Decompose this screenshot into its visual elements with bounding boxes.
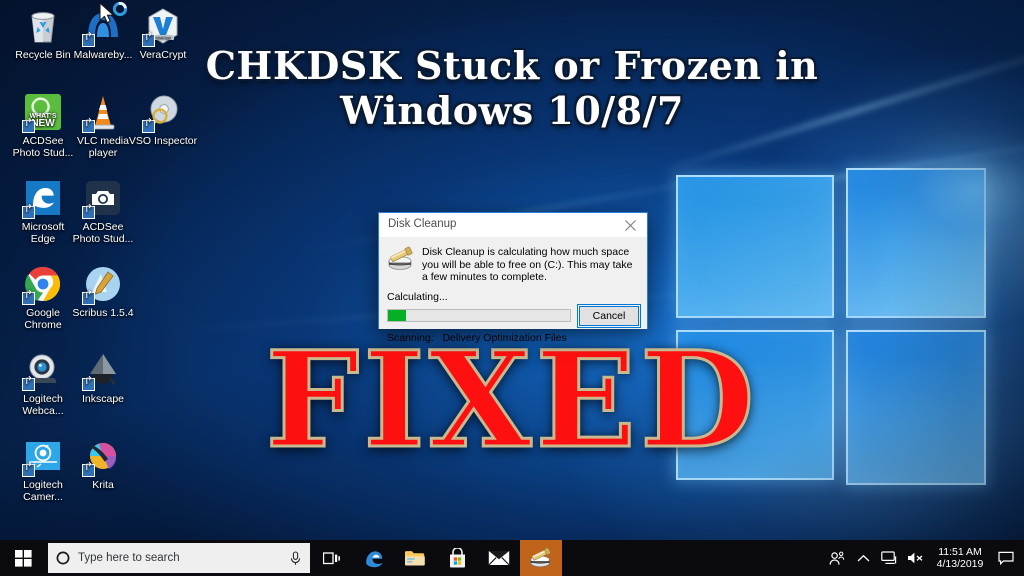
desktop-icon-label: VSO Inspector (128, 135, 198, 147)
wallpaper-pane (846, 168, 986, 318)
dialog-progress-row: Cancel (387, 303, 641, 328)
disk-cleanup-icon (387, 246, 415, 272)
desktop-icon-label: VeraCrypt (139, 49, 187, 61)
dialog-status-label: Calculating... (387, 290, 448, 303)
malwarebytes-icon (82, 6, 123, 47)
microphone-icon[interactable] (289, 550, 302, 566)
dialog-scanning-value: Delivery Optimization Files (442, 331, 567, 344)
vso-inspector-icon (142, 92, 183, 133)
desktop-icon[interactable]: Inkscape (68, 350, 138, 406)
desktop-icon[interactable]: Scribus 1.5.4 (68, 264, 138, 320)
shortcut-arrow-icon (22, 206, 35, 219)
acdsee-whats-new-icon: WHAT’S NEW (22, 92, 63, 133)
volume-muted-icon[interactable] (902, 540, 928, 576)
system-tray: 11:51 AM 4/13/2019 (824, 540, 1024, 576)
mail-taskbar-icon[interactable] (478, 540, 520, 576)
desktop-icon[interactable]: ACDSee Photo Stud... (68, 178, 138, 245)
shortcut-arrow-icon (22, 378, 35, 391)
wallpaper-pane (676, 175, 834, 318)
shortcut-arrow-icon (82, 292, 95, 305)
desktop-icon-label: Krita (92, 479, 114, 491)
search-placeholder: Type here to search (78, 552, 180, 564)
shortcut-arrow-icon (142, 120, 155, 133)
dialog-scanning-label: Scanning: (387, 331, 434, 344)
wallpaper-light-ray (659, 33, 1024, 174)
logitech-webcam-icon (22, 350, 63, 391)
search-circle-icon (56, 551, 70, 565)
desktop-icon-label: Inkscape (81, 393, 125, 405)
dialog-title-bar[interactable]: Disk Cleanup (379, 213, 647, 237)
desktop-icon[interactable]: VeraCrypt VeraCrypt (128, 6, 198, 62)
dialog-message: Disk Cleanup is calculating how much spa… (422, 246, 633, 283)
disk-cleanup-dialog: Disk Cleanup Disk Cleanup is calculating… (378, 212, 648, 344)
shortcut-arrow-icon (82, 120, 95, 133)
file-explorer-taskbar-icon[interactable] (394, 540, 436, 576)
krita-icon (82, 436, 123, 477)
disk-cleanup-taskbar-icon[interactable] (520, 540, 562, 576)
edge-icon (22, 178, 63, 219)
vlc-cone-icon (82, 92, 123, 133)
shortcut-arrow-icon (82, 378, 95, 391)
shortcut-arrow-icon (82, 464, 95, 477)
people-icon[interactable] (824, 540, 850, 576)
svg-text:VeraCrypt: VeraCrypt (155, 36, 171, 40)
show-hidden-icons-chevron-up-icon[interactable] (850, 540, 876, 576)
microsoft-store-taskbar-icon[interactable] (436, 540, 478, 576)
shortcut-arrow-icon (142, 34, 155, 47)
chrome-icon (22, 264, 63, 305)
progress-bar (387, 309, 571, 322)
shortcut-arrow-icon (22, 464, 35, 477)
wallpaper-pane (676, 330, 834, 480)
dialog-body: Disk Cleanup is calculating how much spa… (379, 237, 647, 344)
dialog-title: Disk Cleanup (388, 218, 457, 230)
network-icon[interactable] (876, 540, 902, 576)
veracrypt-icon: VeraCrypt (142, 6, 183, 47)
recycle-bin-icon (23, 6, 63, 46)
desktop-icon[interactable]: Krita (68, 436, 138, 492)
shortcut-arrow-icon (82, 206, 95, 219)
cancel-button[interactable]: Cancel (577, 303, 641, 328)
task-view-icon[interactable] (310, 540, 352, 576)
scribus-icon (82, 264, 123, 305)
acdsee-camera-icon (82, 178, 123, 219)
dialog-message-row: Disk Cleanup is calculating how much spa… (387, 245, 639, 284)
windows-start-icon[interactable] (0, 540, 46, 576)
taskbar: Type here to search 11:51 AM 4/13/2019 (0, 540, 1024, 576)
desktop-icon-label: Scribus 1.5.4 (72, 307, 134, 319)
inkscape-icon (82, 350, 123, 391)
clock[interactable]: 11:51 AM 4/13/2019 (928, 546, 992, 570)
shortcut-arrow-icon (22, 292, 35, 305)
progress-bar-fill (388, 310, 407, 321)
desktop-icon[interactable]: VSO Inspector (128, 92, 198, 148)
clock-date: 4/13/2019 (936, 558, 984, 570)
edge-taskbar-icon[interactable] (352, 540, 394, 576)
shortcut-arrow-icon (82, 34, 95, 47)
shortcut-arrow-icon (22, 120, 35, 133)
clock-time: 11:51 AM (938, 546, 982, 558)
wallpaper-pane (846, 330, 986, 485)
dialog-scanning-row: Scanning: Delivery Optimization Files (387, 332, 639, 344)
search-input[interactable]: Type here to search (48, 543, 310, 573)
desktop-icon-label: ACDSee Photo Stud... (72, 221, 134, 245)
logitech-camera-icon (22, 436, 63, 477)
close-icon[interactable] (613, 213, 647, 237)
action-center-icon[interactable] (992, 540, 1020, 576)
